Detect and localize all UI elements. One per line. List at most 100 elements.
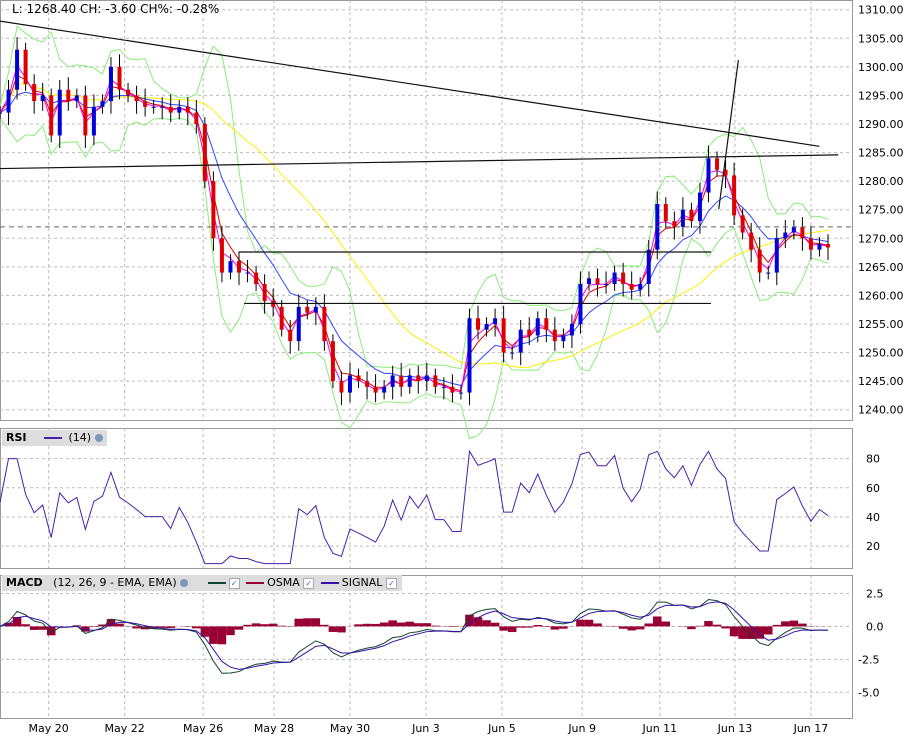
signal-swatch — [320, 582, 339, 584]
candle-body — [365, 381, 370, 387]
candle-body — [433, 375, 438, 387]
candle-body — [749, 232, 754, 250]
osma-bar — [379, 622, 389, 627]
osma-bar — [294, 618, 304, 627]
y-tick-label: 1305.00 — [858, 32, 904, 45]
candle-body — [322, 306, 327, 342]
settings-icon[interactable] — [94, 434, 103, 442]
candle-body — [424, 375, 429, 382]
osma-bar — [798, 623, 807, 627]
candle-body — [339, 381, 344, 393]
candle-body — [313, 306, 318, 313]
chart-svg[interactable]: 1240.00 1245.00 1250.00 1255.00 1260.00 1265.… — [0, 0, 912, 741]
osma-bar — [21, 624, 30, 627]
osma-bar — [29, 626, 39, 630]
osma-bar — [584, 619, 594, 627]
osma-bar — [781, 621, 790, 627]
osma-bar — [704, 621, 713, 627]
osma-checkbox[interactable]: ✓ — [303, 577, 315, 589]
candle-body — [32, 84, 37, 102]
candle-body — [373, 386, 378, 393]
candle-body — [254, 272, 259, 284]
candle-body — [586, 278, 591, 284]
osma-bar — [268, 623, 278, 627]
candle-body — [6, 89, 11, 113]
candle-body — [646, 249, 651, 284]
y-tick-label: 1310.00 — [858, 4, 904, 17]
osma-bar — [695, 625, 705, 627]
macd-header[interactable]: MACD (12, 26, 9 - EMA, EMA) ✓ OSMA ✓ SIG… — [2, 575, 402, 591]
osma-bar — [789, 620, 799, 627]
y-tick-label: 20 — [866, 540, 880, 553]
candle-body — [347, 375, 352, 393]
osma-bar — [234, 626, 244, 630]
candle-body — [382, 386, 387, 393]
candle-body — [0, 112, 2, 114]
osma-bar — [431, 625, 440, 627]
x-tick-label: Jun 5 — [487, 722, 516, 735]
candle-body — [143, 101, 148, 107]
osma-bar — [712, 624, 722, 627]
signal-checkbox[interactable]: ✓ — [385, 577, 397, 589]
candle-body — [202, 124, 207, 182]
candle-body — [151, 106, 156, 108]
candle-body — [305, 306, 310, 313]
candle-body — [83, 95, 88, 136]
osma-bar — [226, 626, 235, 636]
y-tick-label: 1265.00 — [858, 261, 904, 274]
panel-frame — [0, 428, 853, 569]
macd-line-swatch — [207, 582, 226, 584]
osma-bar — [414, 623, 423, 627]
candle-body — [808, 238, 813, 250]
candle-body — [40, 95, 45, 102]
candle-body — [458, 392, 463, 394]
candle-body — [706, 158, 711, 193]
candle-body — [527, 329, 532, 336]
rsi-header[interactable]: RSI (14) — [2, 430, 107, 446]
osma-label: OSMA — [267, 576, 300, 589]
osma-bar — [362, 623, 372, 627]
y-tick-label: 1250.00 — [858, 347, 904, 360]
candle-body — [621, 272, 626, 284]
x-tick-label: Jun 3 — [411, 722, 440, 735]
candle-body — [219, 238, 224, 273]
osma-bar — [644, 623, 654, 627]
osma-bar — [738, 626, 747, 639]
candle-body — [672, 221, 677, 227]
osma-bar — [524, 626, 534, 628]
candle-body — [66, 89, 71, 102]
osma-bar — [89, 626, 99, 627]
macd-checkbox[interactable]: ✓ — [228, 577, 240, 589]
osma-bar — [550, 626, 560, 630]
osma-bar — [260, 624, 269, 627]
osma-bar — [422, 623, 432, 627]
osma-bar — [473, 617, 483, 627]
y-tick-label: 1245.00 — [858, 375, 904, 388]
osma-bar — [772, 624, 782, 627]
candle-body — [800, 226, 805, 239]
candle-body — [194, 112, 199, 124]
candle-body — [689, 209, 694, 222]
candle-body — [15, 49, 20, 90]
osma-bar — [516, 626, 525, 628]
y-tick-label: 1295.00 — [858, 89, 904, 102]
candle-body — [467, 318, 472, 393]
candle-body — [476, 318, 481, 330]
candle-body — [160, 106, 165, 108]
candle-body — [228, 261, 233, 273]
x-tick-label: May 30 — [330, 722, 370, 735]
y-tick-label: 1285.00 — [858, 147, 904, 160]
y-tick-label: 1290.00 — [858, 118, 904, 131]
candle-body — [450, 386, 455, 393]
settings-icon[interactable] — [180, 579, 189, 587]
y-tick-label: 60 — [866, 482, 880, 495]
candle-body — [510, 352, 515, 354]
candle-body — [740, 215, 745, 233]
osma-bar — [405, 621, 414, 627]
osma-bar — [311, 618, 321, 627]
candle-body — [288, 329, 293, 342]
candle-body — [638, 284, 643, 290]
osma-bar — [533, 624, 543, 627]
candle-body — [484, 324, 489, 330]
osma-bar — [448, 626, 457, 627]
